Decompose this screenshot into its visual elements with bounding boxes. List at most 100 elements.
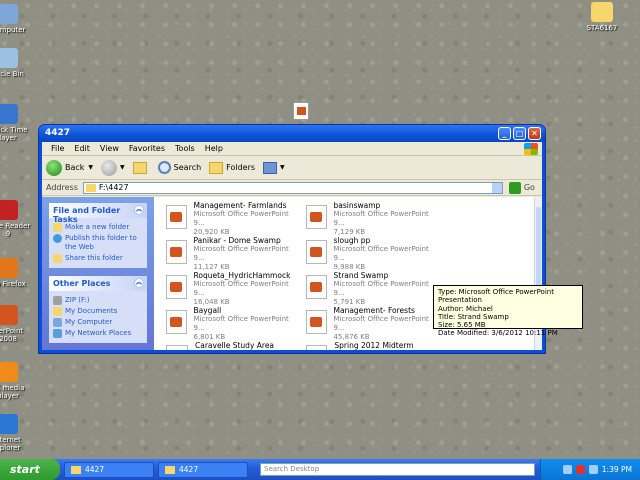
taskbar-window-button[interactable]: 4427 [158,461,248,478]
search-button[interactable]: Search [157,161,201,174]
address-bar: Address F:\4427 Go [42,180,542,196]
folders-label: Folders [226,163,256,172]
chevron-down-icon[interactable] [491,182,502,193]
file-item[interactable]: basinswamp Microsoft Office PowerPoint 9.… [294,201,435,236]
minimize-button[interactable]: _ [498,127,511,140]
taskbar-window-button[interactable]: 4427 [64,461,154,478]
toolbar: Back ▼ ▼ Search Folders ▼ [42,156,542,180]
views-button[interactable]: ▼ [263,161,285,174]
network-icon [53,329,62,338]
task-make-new-folder[interactable]: Make a new folder [53,223,143,232]
menu-help[interactable]: Help [200,144,228,153]
file-details: Baygall Microsoft Office PowerPoint 9... 6… [194,306,295,341]
file-details: Caravelle Study Area [195,341,274,350]
desktop-icon[interactable]: cycle Bin [0,48,38,78]
back-arrow-icon [46,159,62,176]
system-tray: 1:39 PM [540,459,640,480]
desktop-icon[interactable]: illa Firefox [0,258,38,288]
go-button[interactable]: Go [508,181,535,194]
tray-icon[interactable] [562,465,572,474]
maximize-button[interactable]: □ [513,127,526,140]
place-my-computer[interactable]: My Computer [53,318,143,327]
address-field[interactable]: F:\4427 [82,181,503,194]
chevron-down-icon[interactable]: ▼ [120,164,125,171]
desktop-icon-sta6167[interactable]: STA6167 [572,2,632,32]
file-item[interactable]: Management- Forests Microsoft Office Powe… [294,306,435,341]
clock: 1:39 PM [601,465,632,474]
collapse-chevron-icon[interactable]: ︽ [134,278,144,288]
file-item[interactable]: slough pp Microsoft Office PowerPoint 9..… [294,236,434,271]
windows-logo-icon [524,143,538,155]
other-places-header[interactable]: Other Places ︽ [49,276,147,291]
start-button[interactable]: start [0,459,60,480]
menu-file[interactable]: File [46,144,69,153]
file-name: Management- Forests [333,306,415,315]
desktop-icon[interactable]: dobe Reader9 [0,200,38,238]
menu-favorites[interactable]: Favorites [124,144,170,153]
file-name: Caravelle Study Area [195,341,275,350]
powerpoint-file-icon [166,345,188,350]
tray-icon[interactable] [575,465,585,474]
file-name: basinswamp [333,201,381,210]
up-folder-button[interactable] [132,161,150,174]
file-item[interactable]: Caravelle Study Area [154,341,294,350]
window-titlebar[interactable]: 4427 _ □ ✕ [39,125,545,142]
menu-view[interactable]: View [95,144,124,153]
search-placeholder: Search Desktop [264,465,320,473]
other-places-box: Other Places ︽ ZIP (F:) My Documents My … [49,276,147,343]
file-folder-tasks-header[interactable]: File and Folder Tasks ︽ [49,203,147,224]
powerpoint-file-icon [306,310,327,334]
tooltip-title: Title: Strand Swamp [438,312,509,321]
desktop-icon-label: dobe Reader [0,222,31,230]
chevron-down-icon[interactable]: ▼ [88,164,93,171]
collapse-chevron-icon[interactable]: ︽ [134,205,144,215]
forward-button[interactable]: ▼ [101,159,125,176]
desktop-search-input[interactable]: Search Desktop [260,463,535,476]
task-share-folder[interactable]: Share this folder [53,254,143,263]
place-my-network-places[interactable]: My Network Places [53,329,143,338]
desktop-icon-label: Computer [0,26,26,34]
desktop-icon-label: illa Firefox [0,280,26,288]
volume-icon[interactable] [588,465,598,474]
file-folder-tasks-box: File and Folder Tasks ︽ Make a new folde… [49,203,147,268]
menu-edit[interactable]: Edit [69,144,95,153]
file-item[interactable]: Strand Swamp Microsoft Office PowerPoint … [294,271,434,306]
close-button[interactable]: ✕ [528,127,541,140]
task-publish-folder[interactable]: Publish this folder to the Web [53,234,143,252]
file-details: basinswamp Microsoft Office PowerPoint 9.… [333,201,435,236]
desktop-icon[interactable]: nternetxplorer [0,414,38,452]
desktop-icon-label: layer [0,134,17,142]
file-item[interactable]: Spring 2012 Midterm Exam [294,341,434,350]
desktop-icon-label: player [0,392,19,400]
folders-icon [209,161,224,174]
desktop-icon[interactable]: LC mediaplayer [0,362,38,400]
scrollbar-thumb[interactable] [536,207,541,287]
file-item[interactable]: Baygall Microsoft Office PowerPoint 9... 6… [154,306,295,341]
tooltip-author: Author: Michael [438,304,493,313]
place-zip-drive[interactable]: ZIP (F:) [53,296,143,305]
place-my-documents[interactable]: My Documents [53,307,143,316]
chevron-down-icon[interactable]: ▼ [280,164,285,171]
folders-button[interactable]: Folders [209,161,256,174]
drive-icon [53,296,62,305]
desktop-app-icon [0,258,18,278]
file-details: Roqueta_HydricHammock Microsoft Office Po… [194,271,295,306]
dragged-powerpoint-file-icon[interactable] [293,102,309,120]
file-name: Spring 2012 Midterm Exam [334,341,414,350]
file-item[interactable]: Roqueta_HydricHammock Microsoft Office Po… [154,271,295,306]
task-pane: File and Folder Tasks ︽ Make a new folde… [42,197,154,350]
desktop-icon[interactable]: werPoint2008 [0,305,38,343]
file-item[interactable]: Panikar - Dome Swamp Microsoft Office Pow… [154,236,294,271]
address-value: F:\4427 [98,183,129,192]
address-label: Address [46,183,78,192]
window-title: 4427 [45,128,71,138]
back-button[interactable]: Back ▼ [46,159,93,176]
new-folder-icon [53,223,62,232]
tooltip-size: Size: 5.65 MB [438,321,486,330]
file-item[interactable]: Management- Farmlands Microsoft Office Po… [154,201,294,236]
desktop-icon[interactable]: Quick Timelayer [0,104,38,142]
file-info-tooltip: Type: Microsoft Office PowerPoint Presen… [433,285,583,337]
desktop-icon[interactable]: Computer [0,4,38,34]
menu-tools[interactable]: Tools [170,144,200,153]
file-details: Management- Forests Microsoft Office Powe… [333,306,435,341]
